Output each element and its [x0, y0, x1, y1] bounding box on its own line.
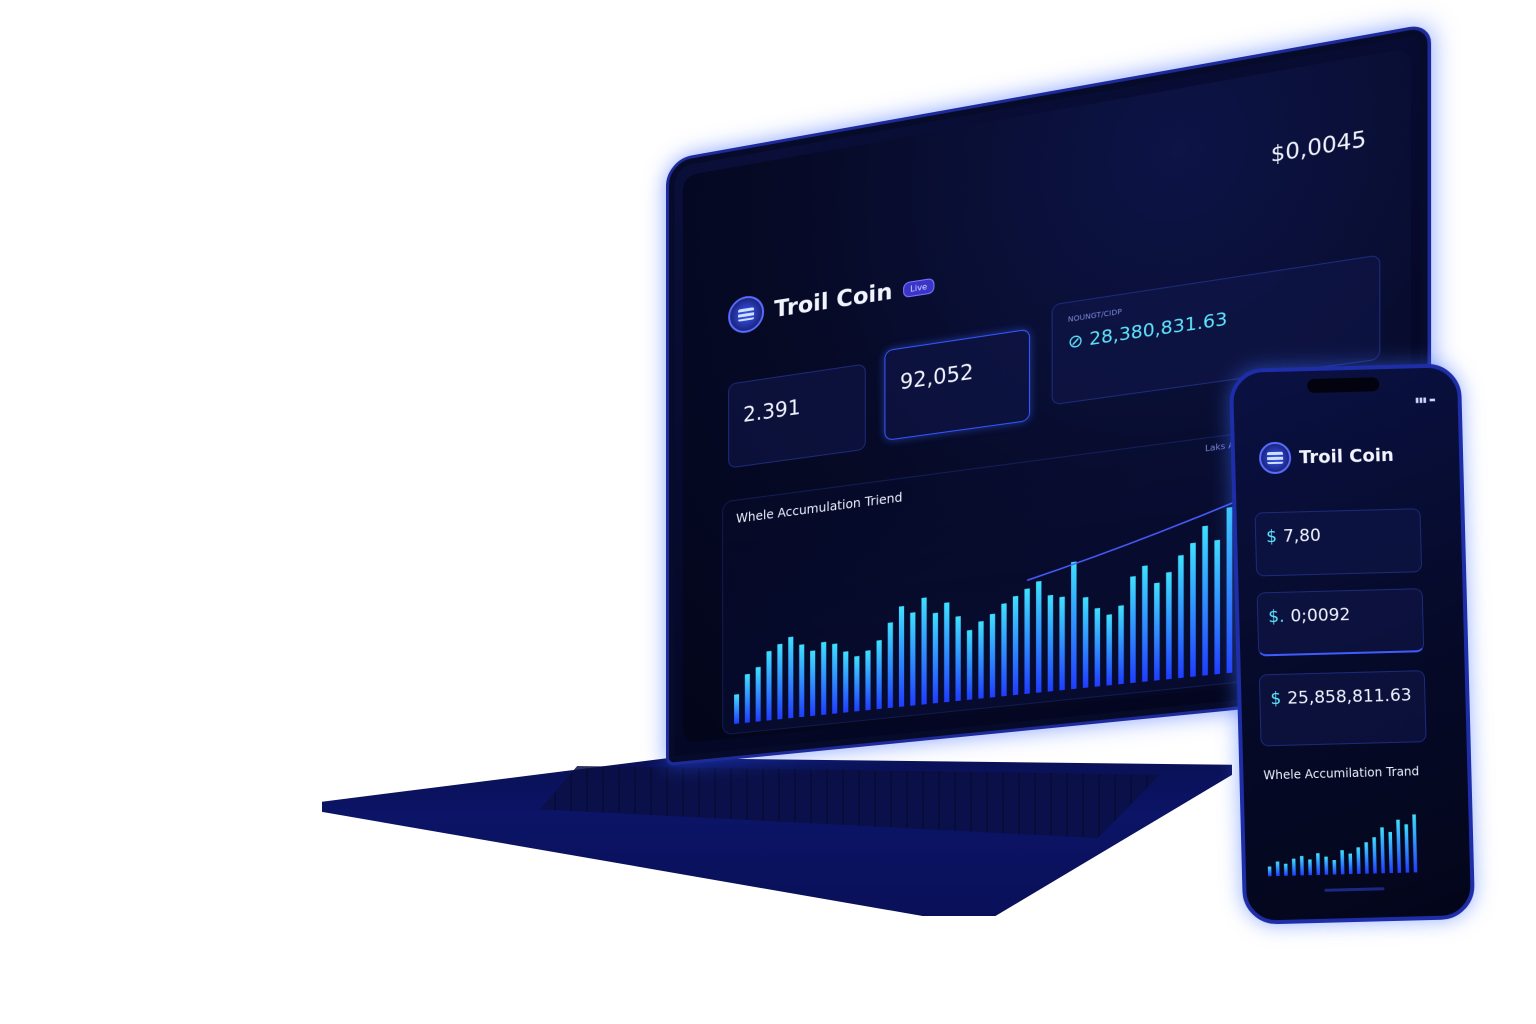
chart-bar: [1308, 859, 1313, 876]
chart-bar: [1412, 814, 1418, 873]
chart-bar: [955, 616, 961, 702]
chart-bar: [734, 694, 740, 724]
chart-bar: [1130, 576, 1136, 684]
chart-bar: [1380, 827, 1385, 874]
chart-bar: [755, 666, 761, 722]
chart-bar: [821, 641, 827, 716]
chart-bar: [1283, 863, 1288, 876]
phone-accumulation-chart: [1267, 814, 1418, 877]
chart-bar: [1166, 571, 1172, 680]
chart-bar: [1372, 837, 1377, 874]
chart-bar: [1202, 525, 1208, 676]
price-display: $0,0045: [1271, 125, 1367, 167]
phone-stat-card-2[interactable]: $. 0;0092: [1256, 588, 1425, 657]
chart-bar: [1404, 824, 1410, 873]
chart-bar: [1106, 614, 1112, 686]
phone-stat-card-3[interactable]: $25,858,811.63: [1258, 670, 1427, 747]
chart-bar: [799, 644, 805, 718]
chart-bar: [898, 606, 905, 707]
chart-bar: [865, 650, 871, 711]
chart-bar: [1142, 565, 1148, 682]
phone-card-label: [1266, 517, 1410, 521]
chart-bar: [1316, 853, 1321, 876]
phone-brand-name: Troil Coin: [1298, 444, 1395, 468]
chart-bar: [1226, 507, 1233, 674]
chart-bar: [978, 621, 984, 699]
chart-bar: [1340, 850, 1345, 875]
stat-card-1[interactable]: 2.391: [728, 363, 866, 469]
chart-bar: [887, 622, 893, 709]
phone-mockup: ▮▮▮ ▬ Troil Coin $7,80 $. 0;0092 $25,858,…: [1228, 363, 1476, 925]
chart-bar: [1214, 539, 1221, 675]
chart-bar: [1071, 561, 1077, 690]
home-indicator: [1324, 887, 1385, 892]
phone-card-value: $. 0;0092: [1268, 605, 1351, 628]
chart-bar: [766, 650, 772, 721]
chart-bar: [810, 650, 816, 717]
chart-bar: [1267, 866, 1272, 877]
phone-brand-header[interactable]: Troil Coin: [1258, 439, 1395, 475]
chart-bar: [1082, 596, 1089, 689]
chart-bar: [843, 651, 849, 713]
stat-card-value: 2.391: [743, 394, 801, 428]
chart-bar: [1001, 603, 1007, 697]
chart-bar: [832, 643, 838, 714]
chart-bar: [1348, 853, 1353, 875]
chart-bar: [1012, 595, 1019, 696]
chart-bar: [1299, 856, 1304, 876]
price-value: $0,0045: [1270, 125, 1367, 168]
chart-bar: [1178, 554, 1184, 679]
chart-bar: [744, 673, 750, 723]
coin-logo-icon: [1258, 441, 1292, 475]
stat-card-value: 92,052: [899, 358, 974, 395]
phone-card-label: [1268, 597, 1412, 601]
chart-bar: [1291, 858, 1296, 876]
chart-bar: [1047, 594, 1054, 692]
chart-bar: [910, 612, 916, 706]
chart-bar: [854, 655, 860, 712]
chart-bar: [944, 602, 950, 703]
phone-stat-card-1[interactable]: $7,80: [1254, 508, 1423, 577]
chart-bar: [1364, 842, 1369, 874]
phone-card-label: [1270, 679, 1414, 683]
chart-bar: [876, 640, 882, 710]
status-icons: ▮▮▮ ▬: [1415, 395, 1436, 405]
brand-header[interactable]: Troil Coin Live: [728, 266, 935, 336]
chart-bar: [1118, 605, 1124, 685]
chart-bar: [1396, 819, 1402, 873]
chart-bar: [1059, 596, 1065, 691]
chart-bar: [1094, 607, 1101, 687]
chart-bar: [921, 597, 927, 705]
phone-chart-title: Whele Accumilation Trand: [1263, 764, 1420, 783]
chart-bar: [1154, 582, 1160, 681]
stat-card-2[interactable]: 92,052: [884, 328, 1031, 441]
chart-bar: [1356, 847, 1361, 874]
chart-bar: [989, 613, 996, 698]
chart-bar: [932, 612, 939, 704]
chart-bar: [777, 643, 783, 720]
chart-bar: [1024, 588, 1030, 695]
phone-card-value: $25,858,811.63: [1270, 685, 1412, 710]
brand-name: Troil Coin: [774, 278, 893, 323]
chart-bar: [1275, 861, 1280, 877]
chart-bar: [966, 629, 973, 700]
phone-notch: [1307, 377, 1380, 394]
chart-bar: [1190, 542, 1196, 677]
live-badge: Live: [902, 277, 935, 298]
chart-bar: [1324, 856, 1329, 875]
chart-bar: [788, 636, 794, 719]
chart-bar: [1036, 580, 1042, 693]
coin-logo-icon: [728, 293, 765, 336]
phone-card-value: $7,80: [1265, 525, 1322, 548]
chart-bar: [1332, 859, 1337, 875]
chart-bar: [1388, 831, 1394, 874]
